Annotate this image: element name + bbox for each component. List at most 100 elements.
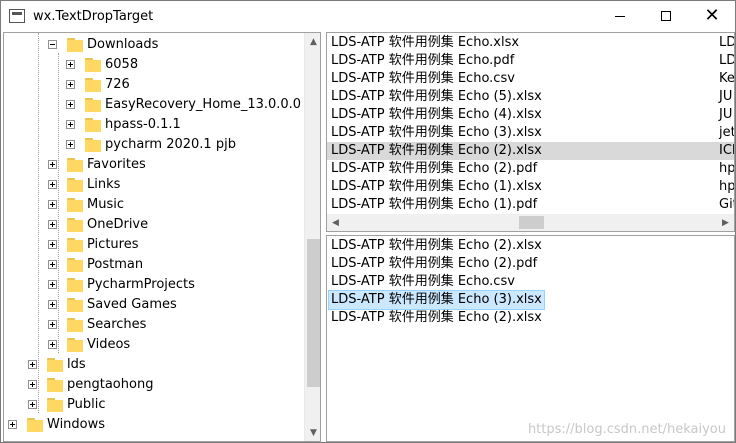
tree-item[interactable]: OneDrive <box>48 214 148 234</box>
minimize-button[interactable] <box>597 1 643 31</box>
file-list-row[interactable]: LDS-ATP 软件用例集 Echo (1).pdf Git <box>327 196 734 214</box>
watermark-text: https://blog.csdn.net/hekaiyou <box>527 422 726 437</box>
expand-icon[interactable] <box>66 59 75 69</box>
tree-item[interactable]: Videos <box>48 334 130 354</box>
expand-icon[interactable] <box>48 279 57 289</box>
tree-item[interactable]: Windows <box>8 414 105 434</box>
dropped-file-row[interactable]: LDS-ATP 软件用例集 Echo (3).xlsx <box>327 290 734 310</box>
expand-icon[interactable] <box>66 79 75 89</box>
scroll-down-arrow-icon[interactable]: ▼ <box>305 424 320 441</box>
file-name-cell: LDS-ATP 软件用例集 Echo (1).pdf <box>331 197 538 212</box>
file-name-cell: LDS-ATP 软件用例集 Echo (1).xlsx <box>331 179 542 194</box>
tree-item[interactable]: PycharmProjects <box>48 274 195 294</box>
second-column-cell: Ke <box>719 71 735 86</box>
dropped-file-name: LDS-ATP 软件用例集 Echo (2).pdf <box>331 256 538 271</box>
expand-icon[interactable] <box>48 199 57 209</box>
tree-item[interactable]: Saved Games <box>48 294 177 314</box>
tree-item-label: Links <box>87 176 121 192</box>
dropped-file-row[interactable]: LDS-ATP 软件用例集 Echo (2).xlsx <box>327 237 734 255</box>
expand-icon[interactable] <box>66 139 75 149</box>
file-name-cell: LDS-ATP 软件用例集 Echo (2).pdf <box>331 161 538 176</box>
expand-icon[interactable] <box>48 339 57 349</box>
file-list-row[interactable]: LDS-ATP 软件用例集 Echo.pdf LD <box>327 52 734 70</box>
scroll-up-arrow-icon[interactable]: ▲ <box>305 33 320 50</box>
tree-scroll-thumb[interactable] <box>307 239 320 387</box>
file-list-row[interactable]: LDS-ATP 软件用例集 Echo (1).xlsx hp <box>327 178 734 196</box>
tree-item[interactable]: 726 <box>66 74 130 94</box>
folder-icon <box>67 216 83 232</box>
tree-item[interactable]: pengtaohong <box>28 374 153 394</box>
folder-icon <box>67 176 83 192</box>
folder-icon <box>67 316 83 332</box>
expand-icon[interactable] <box>48 219 57 229</box>
tree-item[interactable]: EasyRecovery_Home_13.0.0.0 <box>66 94 301 114</box>
expand-icon[interactable] <box>48 299 57 309</box>
tree-item[interactable]: 6058 <box>66 54 138 74</box>
second-column-cell: JU <box>719 89 733 104</box>
dropped-file-row[interactable]: LDS-ATP 软件用例集 Echo.csv <box>327 273 734 291</box>
maximize-button[interactable] <box>643 1 689 31</box>
title-bar[interactable]: wx.TextDropTarget ✕ <box>1 1 735 31</box>
tree-item[interactable]: lds <box>28 354 86 374</box>
expand-icon[interactable] <box>28 359 37 369</box>
file-list-horizontal-scrollbar[interactable]: ◀ ▶ <box>327 214 734 231</box>
file-list-row[interactable]: LDS-ATP 软件用例集 Echo (3).xlsx jet <box>327 124 734 142</box>
expand-icon[interactable] <box>8 419 17 429</box>
scroll-left-arrow-icon[interactable]: ◀ <box>327 214 344 231</box>
maximize-icon <box>661 11 671 21</box>
tree-item[interactable]: hpass-0.1.1 <box>66 114 181 134</box>
file-list-row[interactable]: LDS-ATP 软件用例集 Echo.xlsx LD <box>327 34 734 52</box>
second-column-cell: LD <box>719 35 735 50</box>
tree-item-label: EasyRecovery_Home_13.0.0.0 <box>105 96 302 112</box>
directory-tree[interactable]: Downloads 6058 726 EasyRecovery_Home_13.0.0… <box>3 32 321 442</box>
tree-item-label: Videos <box>87 336 131 352</box>
second-column-cell: JU <box>719 107 733 122</box>
expand-icon[interactable] <box>48 319 57 329</box>
tree-item-label: Public <box>67 396 106 412</box>
expand-icon[interactable] <box>48 159 57 169</box>
expand-icon[interactable] <box>66 99 75 109</box>
drop-target-list[interactable]: LDS-ATP 软件用例集 Echo (2).xlsx LDS-ATP 软件用例集… <box>326 235 735 442</box>
file-list-row[interactable]: LDS-ATP 软件用例集 Echo (4).xlsx JU <box>327 106 734 124</box>
folder-icon <box>47 356 63 372</box>
tree-item-label: OneDrive <box>87 216 149 232</box>
window-controls: ✕ <box>597 1 735 31</box>
tree-item[interactable]: Postman <box>48 254 143 274</box>
tree-guide-line <box>38 33 40 413</box>
tree-item[interactable]: Downloads <box>48 34 158 54</box>
expand-icon[interactable] <box>28 379 37 389</box>
file-name-cell: LDS-ATP 软件用例集 Echo.pdf <box>331 53 515 68</box>
tree-vertical-scrollbar[interactable]: ▲ ▼ <box>304 33 320 441</box>
tree-item-label: Pictures <box>87 236 139 252</box>
file-list-top[interactable]: LDS-ATP 软件用例集 Echo.xlsx LD LDS-ATP 软件用例集 E… <box>326 32 735 232</box>
folder-icon <box>67 236 83 252</box>
dropped-file-row[interactable]: LDS-ATP 软件用例集 Echo (2).xlsx <box>327 309 734 327</box>
expand-icon[interactable] <box>48 179 57 189</box>
folder-icon <box>85 56 101 72</box>
tree-item-label: 726 <box>105 76 130 92</box>
tree-item-label: PycharmProjects <box>87 276 195 292</box>
collapse-icon[interactable] <box>48 39 57 49</box>
file-list-row[interactable]: LDS-ATP 软件用例集 Echo (2).pdf hp <box>327 160 734 178</box>
tree-item[interactable]: Pictures <box>48 234 138 254</box>
file-name-cell: LDS-ATP 软件用例集 Echo (3).xlsx <box>331 125 542 140</box>
file-list-row[interactable]: LDS-ATP 软件用例集 Echo (5).xlsx JU <box>327 88 734 106</box>
folder-icon <box>67 256 83 272</box>
scroll-right-arrow-icon[interactable]: ▶ <box>717 214 734 231</box>
expand-icon[interactable] <box>28 399 37 409</box>
tree-item[interactable]: Searches <box>48 314 146 334</box>
horizontal-scroll-thumb[interactable] <box>519 216 544 229</box>
expand-icon[interactable] <box>48 239 57 249</box>
expand-icon[interactable] <box>66 119 75 129</box>
file-list-row[interactable]: LDS-ATP 软件用例集 Echo (2).xlsx ICE <box>327 142 734 160</box>
tree-item[interactable]: Favorites <box>48 154 146 174</box>
dropped-file-row[interactable]: LDS-ATP 软件用例集 Echo (2).pdf <box>327 255 734 273</box>
folder-icon <box>67 336 83 352</box>
close-button[interactable]: ✕ <box>689 1 735 31</box>
folder-icon <box>85 96 101 112</box>
tree-item-label: Windows <box>47 416 106 432</box>
tree-item[interactable]: pycharm 2020.1 pjb <box>66 134 236 154</box>
expand-icon[interactable] <box>48 259 57 269</box>
file-list-row[interactable]: LDS-ATP 软件用例集 Echo.csv Ke <box>327 70 734 88</box>
dropped-file-name: LDS-ATP 软件用例集 Echo (2).xlsx <box>331 238 542 253</box>
